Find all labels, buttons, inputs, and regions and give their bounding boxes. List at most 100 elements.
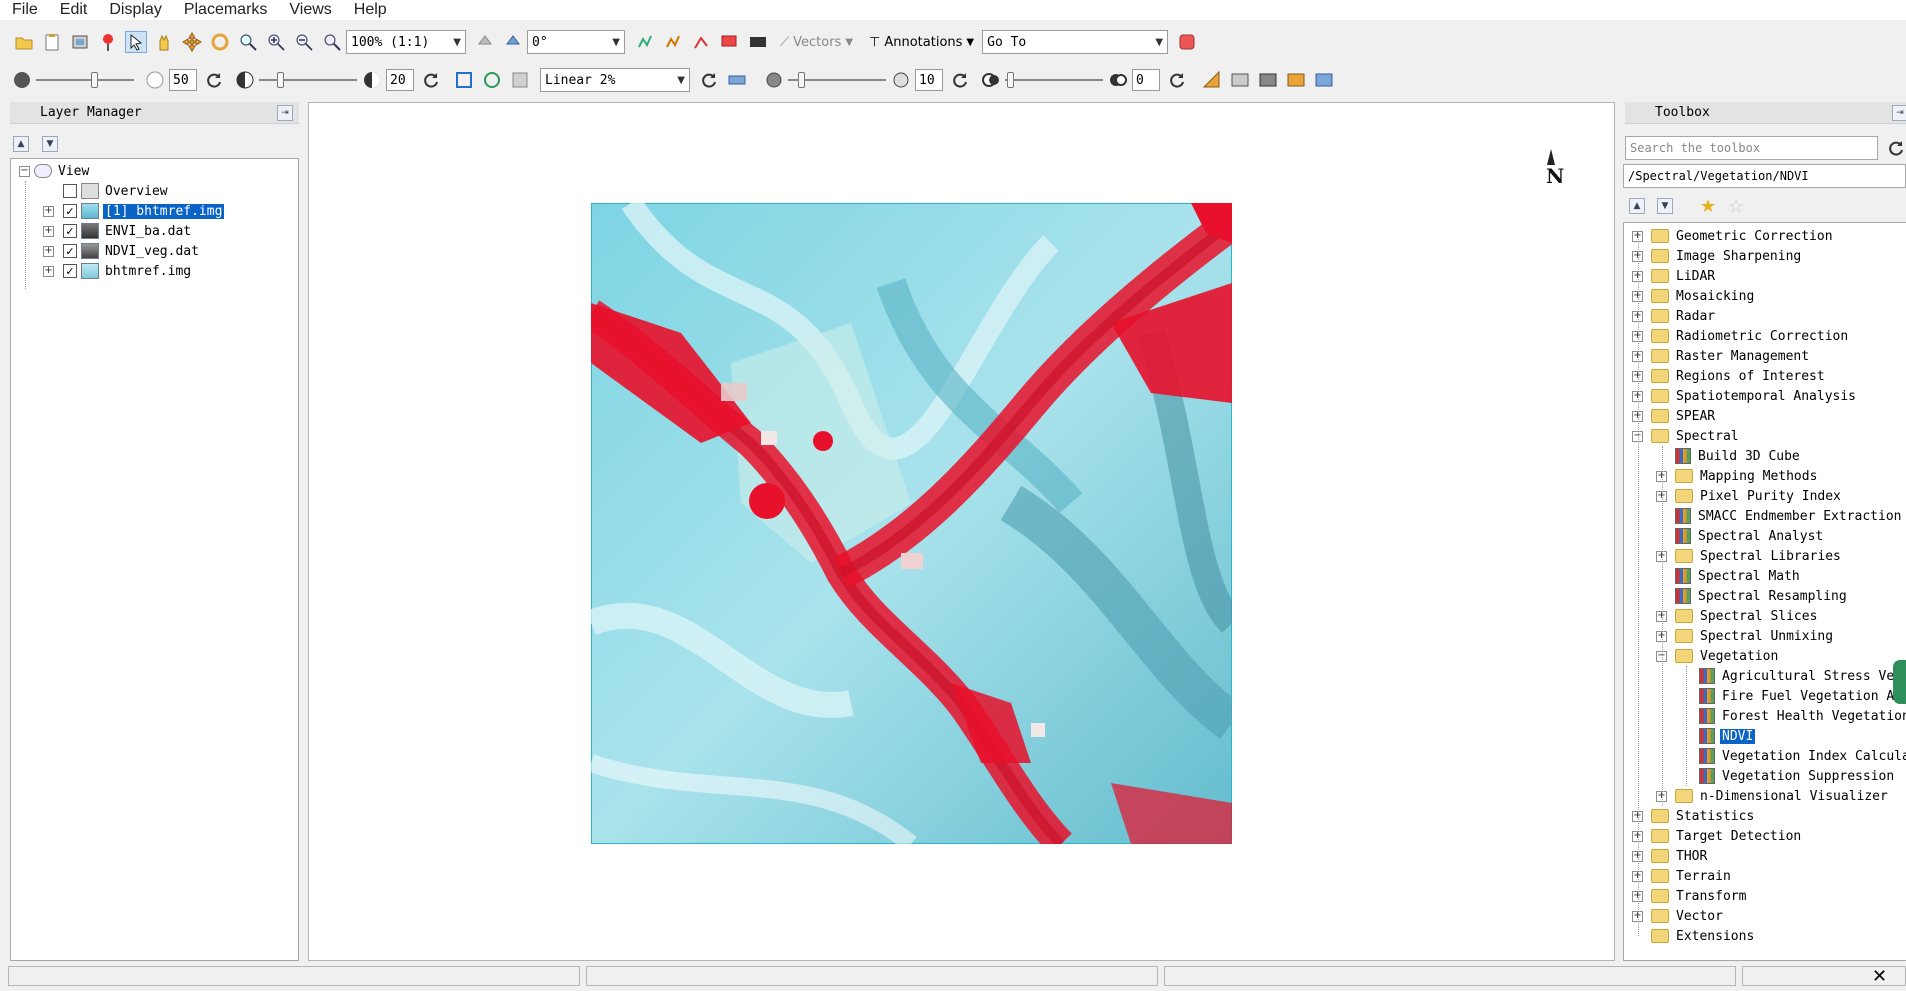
toolbox-item[interactable]: Agricultural Stress Ve — [1680, 666, 1896, 686]
toolbox-item[interactable]: + Spectral Libraries — [1656, 546, 1843, 566]
rotation-select[interactable]: 0° ▼ — [527, 30, 625, 54]
portal-icon[interactable] — [1313, 69, 1335, 91]
satellite-image[interactable] — [591, 203, 1232, 844]
brightness-slider[interactable] — [36, 69, 134, 91]
fly-icon[interactable] — [181, 31, 203, 53]
sharpen-slider[interactable] — [788, 69, 886, 91]
stretch-lock-icon[interactable] — [509, 69, 531, 91]
sharpen-value-field[interactable]: 10 — [915, 69, 943, 91]
menu-file[interactable]: File — [0, 1, 48, 19]
vector-edit-icon[interactable] — [663, 31, 685, 53]
toolbox-item[interactable]: + Mapping Methods — [1656, 466, 1819, 486]
classification-icon[interactable] — [747, 31, 769, 53]
favorite-add-icon[interactable]: ★ — [1700, 196, 1716, 217]
brightness-value-field[interactable]: 50 — [169, 69, 197, 91]
vector-tool-icon[interactable] — [635, 31, 657, 53]
crop-icon[interactable] — [453, 69, 475, 91]
expand-icon[interactable]: + — [43, 225, 54, 237]
rotate-icon[interactable] — [209, 31, 231, 53]
toolbox-item[interactable]: + THOR — [1632, 846, 1709, 866]
close-icon[interactable]: ✕ — [1872, 966, 1887, 987]
toolbox-item[interactable]: + Pixel Purity Index — [1656, 486, 1843, 506]
toolbox-item[interactable]: + Statistics — [1632, 806, 1756, 826]
toolbox-item[interactable]: + Terrain — [1632, 866, 1733, 886]
toolbox-item[interactable]: + Radar — [1632, 306, 1717, 326]
toolbox-item[interactable]: Vegetation Index Calcula — [1680, 746, 1906, 766]
reset-sharpen-icon[interactable] — [949, 69, 971, 91]
toolbox-item[interactable]: − Vegetation — [1656, 646, 1780, 666]
expand-all-icon[interactable]: ▼ — [42, 136, 58, 152]
toolbox-item[interactable]: + LiDAR — [1632, 266, 1717, 286]
placemark-icon[interactable] — [97, 31, 119, 53]
layer-row-ndvi-veg[interactable]: + ✓ NDVI_veg.dat — [43, 241, 201, 261]
toolbox-item[interactable]: + Spectral Unmixing — [1656, 626, 1835, 646]
toolbox-search-input[interactable]: Search the toolbox — [1625, 136, 1878, 160]
view-swipe-icon[interactable] — [1285, 69, 1307, 91]
rotate-left-icon[interactable] — [474, 31, 496, 53]
menu-views[interactable]: Views — [277, 1, 341, 19]
collapse-icon[interactable]: − — [19, 165, 30, 177]
layer-row-envi-ba[interactable]: + ✓ ENVI_ba.dat — [43, 221, 193, 241]
reset-brightness-icon[interactable] — [203, 69, 225, 91]
data-manager-icon[interactable] — [41, 31, 63, 53]
favorite-remove-icon[interactable]: ☆ — [1728, 196, 1744, 217]
pan-icon[interactable] — [153, 31, 175, 53]
collapse-all-icon[interactable]: ▲ — [13, 136, 29, 152]
open-file-icon[interactable] — [13, 31, 35, 53]
toolbox-item[interactable]: + Target Detection — [1632, 826, 1803, 846]
pin-panel-icon[interactable]: ⇥ — [1892, 105, 1906, 121]
view-flicker-icon[interactable] — [1257, 69, 1279, 91]
reset-contrast-icon[interactable] — [420, 69, 442, 91]
transparency-slider[interactable] — [1005, 69, 1103, 91]
measure-icon[interactable] — [1201, 69, 1223, 91]
menu-display[interactable]: Display — [97, 1, 171, 19]
vector-join-icon[interactable] — [691, 31, 713, 53]
pin-panel-icon[interactable]: ⇥ — [277, 105, 293, 121]
toolbox-item[interactable]: Spectral Analyst — [1656, 526, 1825, 546]
toolbox-item[interactable]: SMACC Endmember Extraction — [1656, 506, 1904, 526]
zoom-icon[interactable] — [237, 31, 259, 53]
transparency-value-field[interactable]: 0 — [1132, 69, 1160, 91]
chip-icon[interactable] — [69, 31, 91, 53]
image-view[interactable]: N — [308, 102, 1615, 961]
reset-stretch-icon[interactable] — [698, 69, 720, 91]
view-blend-icon[interactable] — [1229, 69, 1251, 91]
toolbox-item[interactable]: + Mosaicking — [1632, 286, 1756, 306]
layer-row-overview[interactable]: Overview — [63, 181, 170, 201]
toolbox-item[interactable]: + Vector — [1632, 906, 1725, 926]
menu-help[interactable]: Help — [342, 1, 397, 19]
expand-icon[interactable]: + — [43, 265, 54, 277]
layer-visibility-checkbox[interactable]: ✓ — [63, 224, 77, 238]
vectors-dropdown[interactable]: ⟋ Vectors ▼ — [780, 35, 853, 50]
remote-connection-icon[interactable] — [1176, 31, 1198, 53]
zoom-in-icon[interactable] — [265, 31, 287, 53]
expand-icon[interactable]: + — [43, 245, 54, 257]
toolbox-item[interactable]: NDVI — [1680, 726, 1757, 746]
toolbox-item[interactable]: Build 3D Cube — [1656, 446, 1802, 466]
toolbox-item[interactable]: − Spectral — [1632, 426, 1741, 446]
layer-visibility-checkbox[interactable]: ✓ — [63, 264, 77, 278]
menu-edit[interactable]: Edit — [48, 1, 98, 19]
toolbox-item[interactable]: Forest Health Vegetation — [1680, 706, 1906, 726]
toolbox-expand-all-icon[interactable]: ▼ — [1657, 198, 1673, 214]
layer-row-bhtmref[interactable]: + ✓ bhtmref.img — [43, 261, 193, 281]
layer-visibility-checkbox[interactable]: ✓ — [63, 204, 77, 218]
zoom-out-icon[interactable] — [293, 31, 315, 53]
toolbox-item[interactable]: Spectral Math — [1656, 566, 1802, 586]
toolbox-item[interactable]: + Raster Management — [1632, 346, 1811, 366]
toolbox-item[interactable]: Fire Fuel Vegetation A — [1680, 686, 1896, 706]
toolbox-item[interactable]: + Image Sharpening — [1632, 246, 1803, 266]
contrast-value-field[interactable]: 20 — [386, 69, 414, 91]
select-tool-icon[interactable] — [125, 31, 147, 53]
toolbox-collapse-all-icon[interactable]: ▲ — [1629, 198, 1645, 214]
toolbox-item[interactable]: Spectral Resampling — [1656, 586, 1849, 606]
toolbox-item[interactable]: + Transform — [1632, 886, 1748, 906]
refresh-toolbox-icon[interactable] — [1885, 137, 1906, 159]
layer-visibility-checkbox[interactable]: ✓ — [63, 244, 77, 258]
toolbox-item[interactable]: + Geometric Correction — [1632, 226, 1835, 246]
toolbox-item[interactable]: Extensions — [1632, 926, 1756, 946]
view-root-row[interactable]: − View — [19, 161, 91, 181]
roi-tool-icon[interactable] — [719, 31, 741, 53]
histogram-icon[interactable] — [726, 69, 748, 91]
toolbox-item[interactable]: + Regions of Interest — [1632, 366, 1827, 386]
